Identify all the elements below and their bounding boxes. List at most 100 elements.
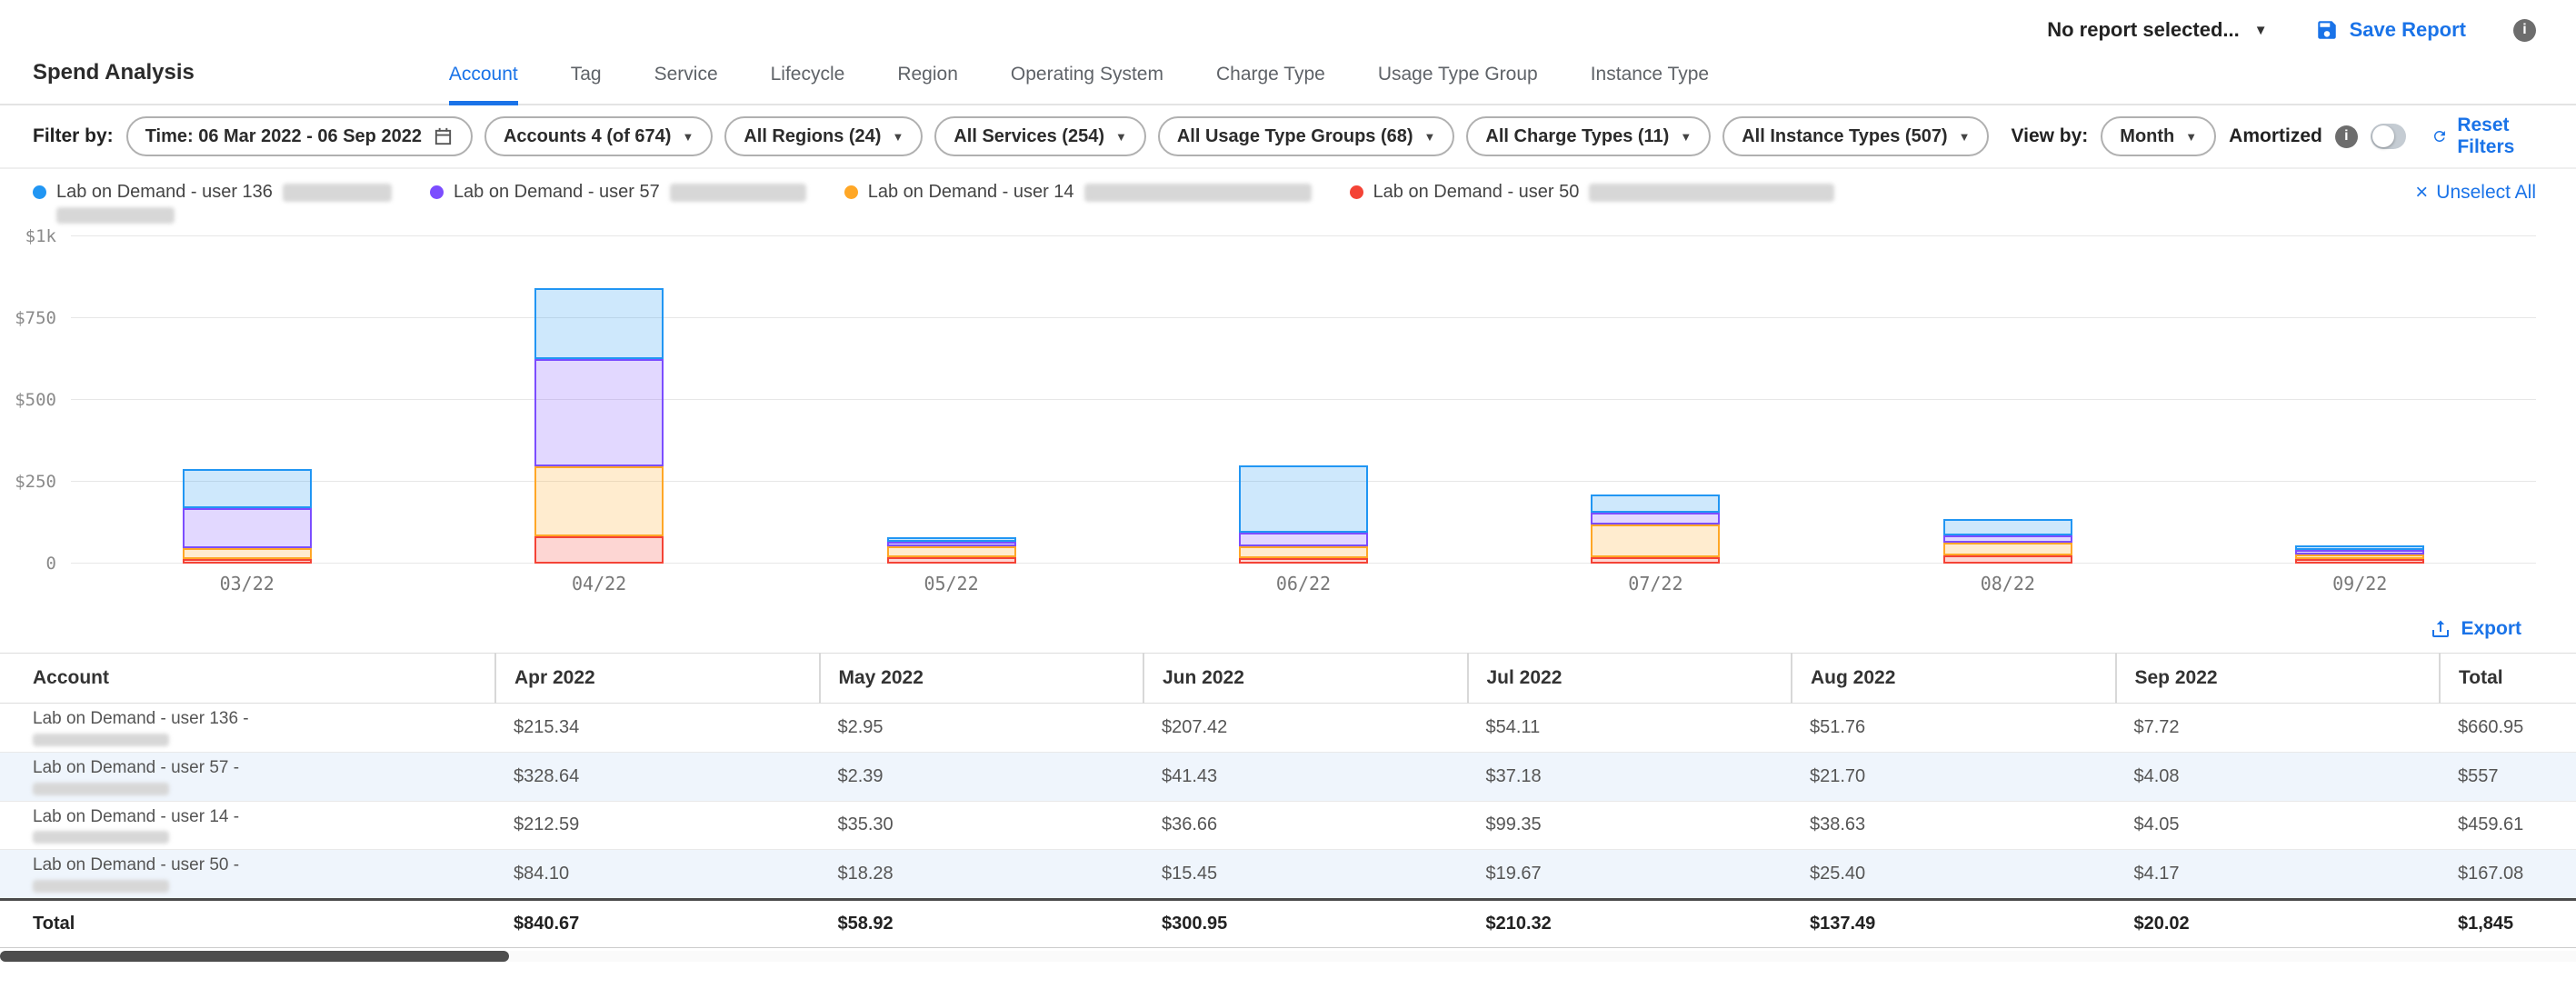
horizontal-scrollbar[interactable] bbox=[0, 951, 2576, 962]
value-cell: $18.28 bbox=[820, 850, 1144, 900]
legend-dot bbox=[1350, 185, 1363, 199]
value-cell: $54.11 bbox=[1468, 704, 1792, 753]
value-cell: $167.08 bbox=[2440, 850, 2576, 900]
bar-segment-lab-on-demand-user-136[interactable] bbox=[1943, 519, 2072, 536]
redacted-text bbox=[33, 880, 169, 893]
total-value-cell: $1,845 bbox=[2440, 900, 2576, 948]
value-cell: $84.10 bbox=[495, 850, 820, 900]
filter-pill-accounts-4[interactable]: Accounts 4 (of 674)▼ bbox=[484, 116, 713, 156]
x-axis-label: 07/22 bbox=[1480, 573, 1832, 594]
x-axis-label: 03/22 bbox=[71, 573, 423, 594]
info-icon[interactable]: i bbox=[2335, 125, 2358, 148]
bar-segment-lab-on-demand-user-50[interactable] bbox=[1591, 557, 1720, 564]
bar-04-22[interactable] bbox=[534, 236, 664, 564]
export-label: Export bbox=[2461, 618, 2521, 640]
view-by-value: Month bbox=[2120, 126, 2174, 147]
close-icon: × bbox=[2415, 182, 2428, 204]
account-name: Lab on Demand - user 136 - bbox=[33, 709, 495, 730]
redacted-text bbox=[33, 783, 169, 795]
tab-usage-type-group[interactable]: Usage Type Group bbox=[1378, 64, 1538, 105]
save-report-button[interactable]: Save Report bbox=[2315, 18, 2466, 42]
value-cell: $4.05 bbox=[2116, 801, 2441, 850]
bar-segment-lab-on-demand-user-57[interactable] bbox=[1943, 535, 2072, 543]
amortized-toggle[interactable] bbox=[2371, 124, 2407, 149]
column-header-account: Account bbox=[0, 654, 495, 704]
bar-segment-lab-on-demand-user-57[interactable] bbox=[1239, 533, 1368, 546]
x-axis-label: 09/22 bbox=[2184, 573, 2536, 594]
export-button[interactable]: Export bbox=[2430, 618, 2521, 640]
bar-segment-lab-on-demand-user-57[interactable] bbox=[1591, 513, 1720, 524]
legend-dot bbox=[430, 185, 444, 199]
tab-region[interactable]: Region bbox=[897, 64, 958, 105]
legend-item-lab-on-demand-user-57[interactable]: Lab on Demand - user 57 bbox=[430, 182, 806, 224]
bar-segment-lab-on-demand-user-14[interactable] bbox=[1943, 543, 2072, 555]
amortized-label: Amortized bbox=[2229, 125, 2322, 147]
bar-segment-lab-on-demand-user-14[interactable] bbox=[1239, 546, 1368, 558]
filter-pill-all-services[interactable]: All Services (254)▼ bbox=[934, 116, 1146, 156]
redacted-text bbox=[283, 184, 392, 202]
x-axis-labels: 03/2204/2205/2206/2207/2208/2209/22 bbox=[71, 564, 2536, 594]
filter-pill-label: Time: 06 Mar 2022 - 06 Sep 2022 bbox=[145, 126, 422, 147]
view-by-dropdown[interactable]: Month ▼ bbox=[2101, 116, 2216, 156]
y-axis-label: 0 bbox=[46, 554, 56, 574]
x-axis-label: 04/22 bbox=[423, 573, 774, 594]
tab-lifecycle[interactable]: Lifecycle bbox=[771, 64, 845, 105]
bar-segment-lab-on-demand-user-136[interactable] bbox=[1239, 465, 1368, 534]
filter-pill-time-06-mar-2022-06-sep-2022[interactable]: Time: 06 Mar 2022 - 06 Sep 2022 bbox=[126, 116, 473, 156]
legend-item-lab-on-demand-user-14[interactable]: Lab on Demand - user 14 bbox=[844, 182, 1312, 224]
filter-pill-all-charge-types[interactable]: All Charge Types (11)▼ bbox=[1466, 116, 1711, 156]
total-value-cell: $20.02 bbox=[2116, 900, 2441, 948]
tab-service[interactable]: Service bbox=[654, 64, 718, 105]
bar-segment-lab-on-demand-user-57[interactable] bbox=[183, 508, 312, 548]
bar-segment-lab-on-demand-user-136[interactable] bbox=[1591, 494, 1720, 512]
y-axis-label: $1k bbox=[25, 226, 56, 246]
scrollbar-thumb[interactable] bbox=[0, 951, 509, 962]
value-cell: $25.40 bbox=[1792, 850, 2116, 900]
tab-instance-type[interactable]: Instance Type bbox=[1591, 64, 1709, 105]
legend-item-lab-on-demand-user-50[interactable]: Lab on Demand - user 50 bbox=[1350, 182, 1835, 224]
tab-operating-system[interactable]: Operating System bbox=[1011, 64, 1163, 105]
bar-segment-lab-on-demand-user-14[interactable] bbox=[887, 546, 1016, 558]
tab-tag[interactable]: Tag bbox=[571, 64, 602, 105]
total-value-cell: $58.92 bbox=[820, 900, 1144, 948]
value-cell: $35.30 bbox=[820, 801, 1144, 850]
bar-segment-lab-on-demand-user-136[interactable] bbox=[183, 469, 312, 509]
bar-segment-lab-on-demand-user-50[interactable] bbox=[2295, 559, 2424, 564]
value-cell: $557 bbox=[2440, 752, 2576, 801]
tab-account[interactable]: Account bbox=[449, 64, 518, 105]
bar-segment-lab-on-demand-user-14[interactable] bbox=[183, 548, 312, 559]
info-icon[interactable]: i bbox=[2513, 19, 2536, 42]
bar-06-22[interactable] bbox=[1239, 236, 1368, 564]
bar-group-04-22 bbox=[423, 236, 774, 564]
bar-segment-lab-on-demand-user-14[interactable] bbox=[1591, 524, 1720, 557]
value-cell: $4.08 bbox=[2116, 752, 2441, 801]
bar-segment-lab-on-demand-user-50[interactable] bbox=[534, 536, 664, 564]
filter-pill-all-usage-type-groups[interactable]: All Usage Type Groups (68)▼ bbox=[1158, 116, 1455, 156]
spend-chart: 0$250$500$750$1k 03/2204/2205/2206/2207/… bbox=[0, 236, 2576, 594]
bar-segment-lab-on-demand-user-50[interactable] bbox=[183, 559, 312, 564]
bar-03-22[interactable] bbox=[183, 236, 312, 564]
filter-pill-label: All Regions (24) bbox=[744, 126, 881, 147]
tab-charge-type[interactable]: Charge Type bbox=[1216, 64, 1325, 105]
report-selector[interactable]: No report selected... ▼ bbox=[2047, 18, 2267, 42]
filter-pill-all-regions[interactable]: All Regions (24)▼ bbox=[724, 116, 923, 156]
bar-segment-lab-on-demand-user-57[interactable] bbox=[534, 359, 664, 466]
legend-item-lab-on-demand-user-136[interactable]: Lab on Demand - user 136 bbox=[33, 182, 392, 224]
bar-07-22[interactable] bbox=[1591, 236, 1720, 564]
bar-segment-lab-on-demand-user-50[interactable] bbox=[1943, 555, 2072, 564]
legend-label: Lab on Demand - user 136 bbox=[56, 182, 273, 203]
reset-filters-button[interactable]: Reset Filters bbox=[2431, 115, 2536, 158]
table-row: Lab on Demand - user 136 -$215.34$2.95$2… bbox=[0, 704, 2576, 753]
bar-segment-lab-on-demand-user-50[interactable] bbox=[887, 557, 1016, 564]
bar-08-22[interactable] bbox=[1943, 236, 2072, 564]
bar-segment-lab-on-demand-user-136[interactable] bbox=[534, 288, 664, 359]
value-cell: $2.95 bbox=[820, 704, 1144, 753]
bar-segment-lab-on-demand-user-50[interactable] bbox=[1239, 558, 1368, 564]
filter-pill-all-instance-types[interactable]: All Instance Types (507)▼ bbox=[1722, 116, 1989, 156]
unselect-all-button[interactable]: × Unselect All bbox=[2415, 182, 2536, 204]
bar-segment-lab-on-demand-user-14[interactable] bbox=[534, 466, 664, 536]
bar-05-22[interactable] bbox=[887, 236, 1016, 564]
value-cell: $21.70 bbox=[1792, 752, 2116, 801]
calendar-icon bbox=[433, 126, 454, 147]
bar-09-22[interactable] bbox=[2295, 236, 2424, 564]
